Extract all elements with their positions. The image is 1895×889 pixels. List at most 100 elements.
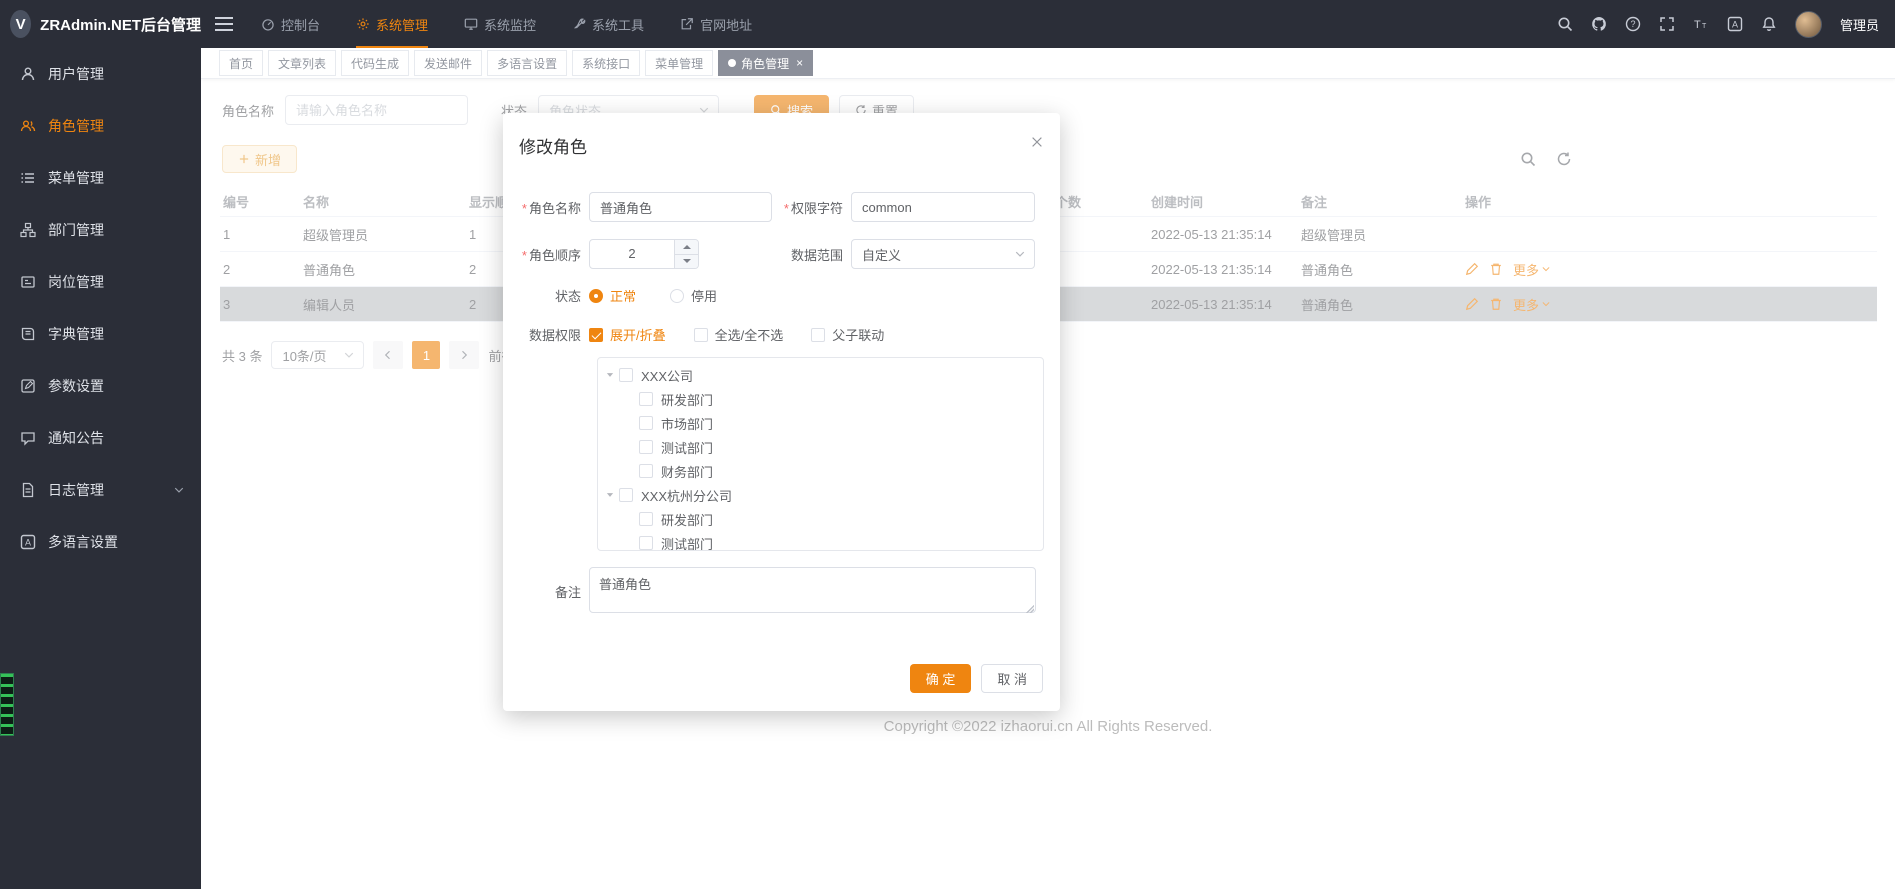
- nav-console[interactable]: 控制台: [261, 0, 320, 48]
- caret-down-icon: [683, 259, 691, 263]
- nav-system-tools[interactable]: 系统工具: [572, 0, 644, 48]
- sidebar-item-label: 部门管理: [48, 220, 104, 240]
- top-tools: 管理员: [1557, 11, 1895, 38]
- role-name-input[interactable]: [589, 192, 772, 222]
- remark-field: [589, 567, 1036, 616]
- sidebar-item-dept-mgmt[interactable]: 部门管理: [0, 204, 201, 256]
- bell-icon[interactable]: [1761, 16, 1777, 32]
- perm-char-input[interactable]: [851, 192, 1035, 222]
- role-order-stepper[interactable]: 2: [589, 239, 699, 269]
- tree-node[interactable]: 测试部门: [598, 435, 1043, 459]
- tree-node-label: XXX杭州分公司: [641, 486, 732, 505]
- tree-checkbox[interactable]: [639, 392, 653, 406]
- sidebar-item-post-mgmt[interactable]: 岗位管理: [0, 256, 201, 308]
- tree-node[interactable]: XXX公司: [598, 363, 1043, 387]
- expand-collapse-checkbox[interactable]: 展开/折叠: [589, 325, 666, 344]
- chat-icon: [20, 430, 36, 446]
- hamburger-icon[interactable]: [215, 17, 233, 31]
- caret-down-icon[interactable]: [605, 370, 615, 380]
- dialog-body: *角色名称 *权限字符 *角色顺序 2 数据范围: [519, 192, 1044, 616]
- tree-checkbox[interactable]: [639, 440, 653, 454]
- data-scope-field: 数据范围 自定义: [782, 239, 1035, 269]
- status-radio-disabled[interactable]: 停用: [670, 286, 717, 305]
- close-icon[interactable]: [1030, 133, 1044, 151]
- sidebar-item-user-mgmt[interactable]: 用户管理: [0, 48, 201, 100]
- tree-checkbox[interactable]: [639, 512, 653, 526]
- tree-checkbox[interactable]: [619, 368, 633, 382]
- avatar[interactable]: [1795, 11, 1822, 38]
- nav-official-site[interactable]: 官网地址: [680, 0, 752, 48]
- remark-textarea[interactable]: [589, 567, 1036, 613]
- edit-square-icon: [20, 378, 36, 394]
- sidebar-item-label: 菜单管理: [48, 168, 104, 188]
- tree-node[interactable]: XXX杭州分公司: [598, 483, 1043, 507]
- tree-node[interactable]: 财务部门: [598, 459, 1043, 483]
- increase-button[interactable]: [675, 240, 698, 255]
- tree-node-label: XXX公司: [641, 366, 693, 385]
- permission-tree: XXX公司 研发部门 市场部门 测试部门 财务部门 XXX杭州分公司: [597, 357, 1044, 551]
- nav-system-management[interactable]: 系统管理: [356, 0, 428, 48]
- sidebar-item-i18n-settings[interactable]: 多语言设置: [0, 516, 201, 568]
- tree-checkbox[interactable]: [619, 488, 633, 502]
- chevron-down-icon: [1014, 248, 1026, 260]
- sidebar: 用户管理 角色管理 菜单管理 部门管理 岗位管理 字典管理 参数设置 通知公告 …: [0, 48, 201, 889]
- sidebar-item-notice[interactable]: 通知公告: [0, 412, 201, 464]
- sidebar-item-dict-mgmt[interactable]: 字典管理: [0, 308, 201, 360]
- sidebar-item-label: 参数设置: [48, 376, 104, 396]
- tree-node-label: 测试部门: [661, 534, 713, 552]
- help-icon[interactable]: [1625, 16, 1641, 32]
- remark-label: 备注: [519, 582, 589, 601]
- decrease-button[interactable]: [675, 255, 698, 269]
- tree-node-label: 测试部门: [661, 438, 713, 457]
- tree-node[interactable]: 市场部门: [598, 411, 1043, 435]
- checkbox-label: 展开/折叠: [610, 325, 666, 344]
- parent-child-link-checkbox[interactable]: 父子联动: [811, 325, 884, 344]
- sidebar-item-param-settings[interactable]: 参数设置: [0, 360, 201, 412]
- role-order-label: *角色顺序: [519, 245, 589, 264]
- status-radio-group: 正常 停用: [589, 286, 717, 305]
- fullscreen-icon[interactable]: [1659, 16, 1675, 32]
- tree-checkbox[interactable]: [639, 536, 653, 550]
- data-scope-select[interactable]: 自定义: [851, 239, 1035, 269]
- app-logo[interactable]: V ZRAdmin.NET后台管理: [0, 0, 201, 48]
- language-square-icon: [20, 534, 36, 550]
- nav-label: 控制台: [281, 15, 320, 34]
- sidebar-item-log-mgmt[interactable]: 日志管理: [0, 464, 201, 516]
- language-icon[interactable]: [1727, 16, 1743, 32]
- confirm-button[interactable]: 确 定: [910, 664, 972, 693]
- data-scope-label: 数据范围: [782, 245, 851, 264]
- nav-system-monitor[interactable]: 系统监控: [464, 0, 536, 48]
- font-size-icon[interactable]: [1693, 16, 1709, 32]
- tree-node[interactable]: 测试部门: [598, 531, 1043, 551]
- tree-node[interactable]: 研发部门: [598, 507, 1043, 531]
- select-all-checkbox[interactable]: 全选/全不选: [694, 325, 784, 344]
- select-value: 自定义: [862, 245, 901, 264]
- search-icon[interactable]: [1557, 16, 1573, 32]
- perm-char-label: *权限字符: [782, 198, 851, 217]
- external-link-icon: [680, 17, 694, 31]
- tree-node[interactable]: 研发部门: [598, 387, 1043, 411]
- sidebar-item-label: 多语言设置: [48, 532, 118, 552]
- tree-checkbox[interactable]: [639, 464, 653, 478]
- username[interactable]: 管理员: [1840, 15, 1879, 34]
- sidebar-item-role-mgmt[interactable]: 角色管理: [0, 100, 201, 152]
- github-icon[interactable]: [1591, 16, 1607, 32]
- radio-dot: [670, 289, 684, 303]
- users-icon: [20, 118, 36, 134]
- checkbox: [811, 328, 825, 342]
- checkbox: [694, 328, 708, 342]
- caret-down-icon[interactable]: [605, 490, 615, 500]
- logo-icon: V: [10, 10, 31, 38]
- status-radio-normal[interactable]: 正常: [589, 286, 636, 305]
- dashboard-icon: [261, 17, 275, 31]
- tree-node-label: 财务部门: [661, 462, 713, 481]
- gear-icon: [356, 17, 370, 31]
- required-star: *: [784, 201, 789, 216]
- tree-node-label: 研发部门: [661, 390, 713, 409]
- cancel-button[interactable]: 取 消: [981, 664, 1043, 693]
- sidebar-item-menu-mgmt[interactable]: 菜单管理: [0, 152, 201, 204]
- edit-role-dialog: 修改角色 *角色名称 *权限字符 *角色顺序 2: [503, 113, 1060, 711]
- tree-checkbox[interactable]: [639, 416, 653, 430]
- required-star: *: [522, 201, 527, 216]
- required-star: *: [522, 248, 527, 263]
